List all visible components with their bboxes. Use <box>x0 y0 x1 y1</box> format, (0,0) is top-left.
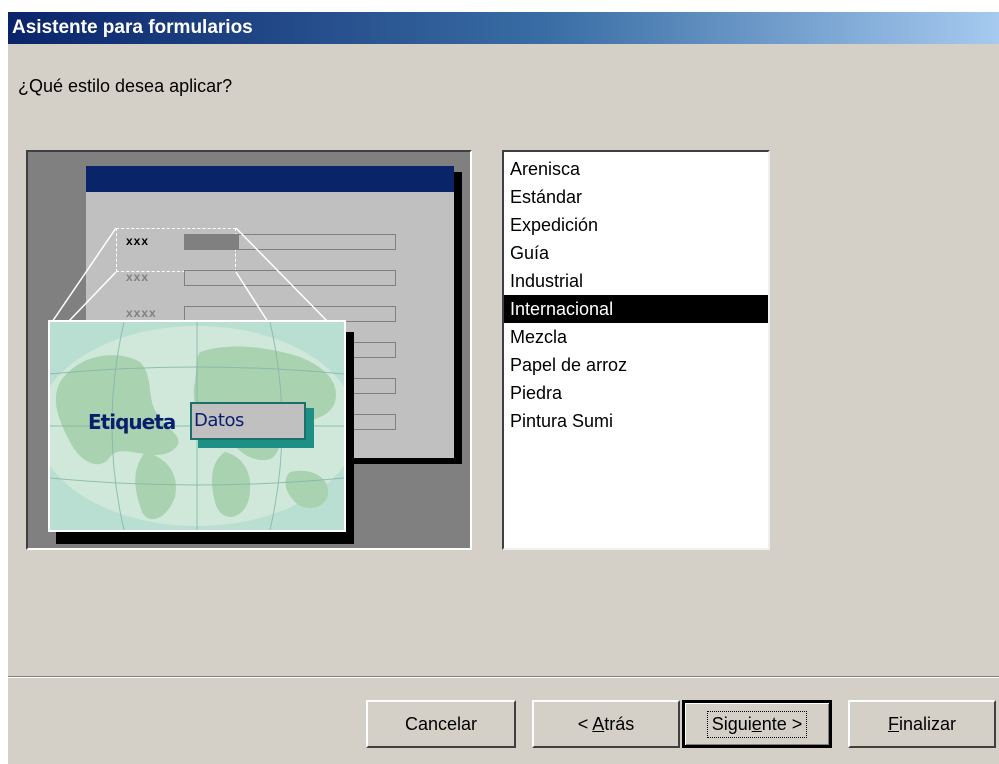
style-list-item[interactable]: Internacional <box>504 295 768 323</box>
finish-mnemonic: F <box>887 713 899 734</box>
style-list-item[interactable]: Estándar <box>504 183 768 211</box>
back-button-label: < Atrás <box>578 714 635 735</box>
style-list-item[interactable]: Guía <box>504 239 768 267</box>
back-prefix: < <box>577 713 593 734</box>
style-list-item[interactable]: Pintura Sumi <box>504 407 768 435</box>
back-button[interactable]: < Atrás <box>532 700 680 748</box>
style-preview: xxx xxx xxxx Etiqueta Datos <box>26 150 472 550</box>
next-rest: nte > <box>761 713 803 734</box>
style-list-item[interactable]: Piedra <box>504 379 768 407</box>
style-list-item[interactable]: Mezcla <box>504 323 768 351</box>
cancel-button-label: Cancelar <box>404 713 478 734</box>
cancel-button[interactable]: Cancelar <box>366 700 516 748</box>
finish-button-label: Finalizar <box>888 714 956 735</box>
sample-label: Etiqueta <box>88 410 176 434</box>
style-list-item[interactable]: Expedición <box>504 211 768 239</box>
finish-rest: inalizar <box>898 713 957 734</box>
style-listbox[interactable]: Arenisca Estándar Expedición Guía Industrial… <box>502 150 770 550</box>
sample-data-field: Datos <box>190 402 306 440</box>
style-list-item[interactable]: Papel de arroz <box>504 351 768 379</box>
form-wizard-dialog: Asistente para formularios ¿Qué estilo d… <box>8 12 999 764</box>
style-question: ¿Qué estilo desea aplicar? <box>18 76 233 96</box>
next-mnemonic: e <box>751 713 762 734</box>
window-title: Asistente para formularios <box>12 17 253 38</box>
title-bar[interactable]: Asistente para formularios <box>8 12 999 44</box>
style-list-item[interactable]: Arenisca <box>504 155 768 183</box>
back-rest: trás <box>604 713 635 734</box>
back-mnemonic: A <box>592 713 605 734</box>
next-prefix: Sigui <box>711 713 752 734</box>
next-button[interactable]: Siguiente > <box>682 700 832 748</box>
style-list-item[interactable]: Industrial <box>504 267 768 295</box>
style-sample: Etiqueta Datos <box>48 320 346 532</box>
finish-button[interactable]: Finalizar <box>848 700 996 748</box>
separator-line <box>8 676 999 678</box>
next-button-label: Siguiente > <box>706 710 808 738</box>
